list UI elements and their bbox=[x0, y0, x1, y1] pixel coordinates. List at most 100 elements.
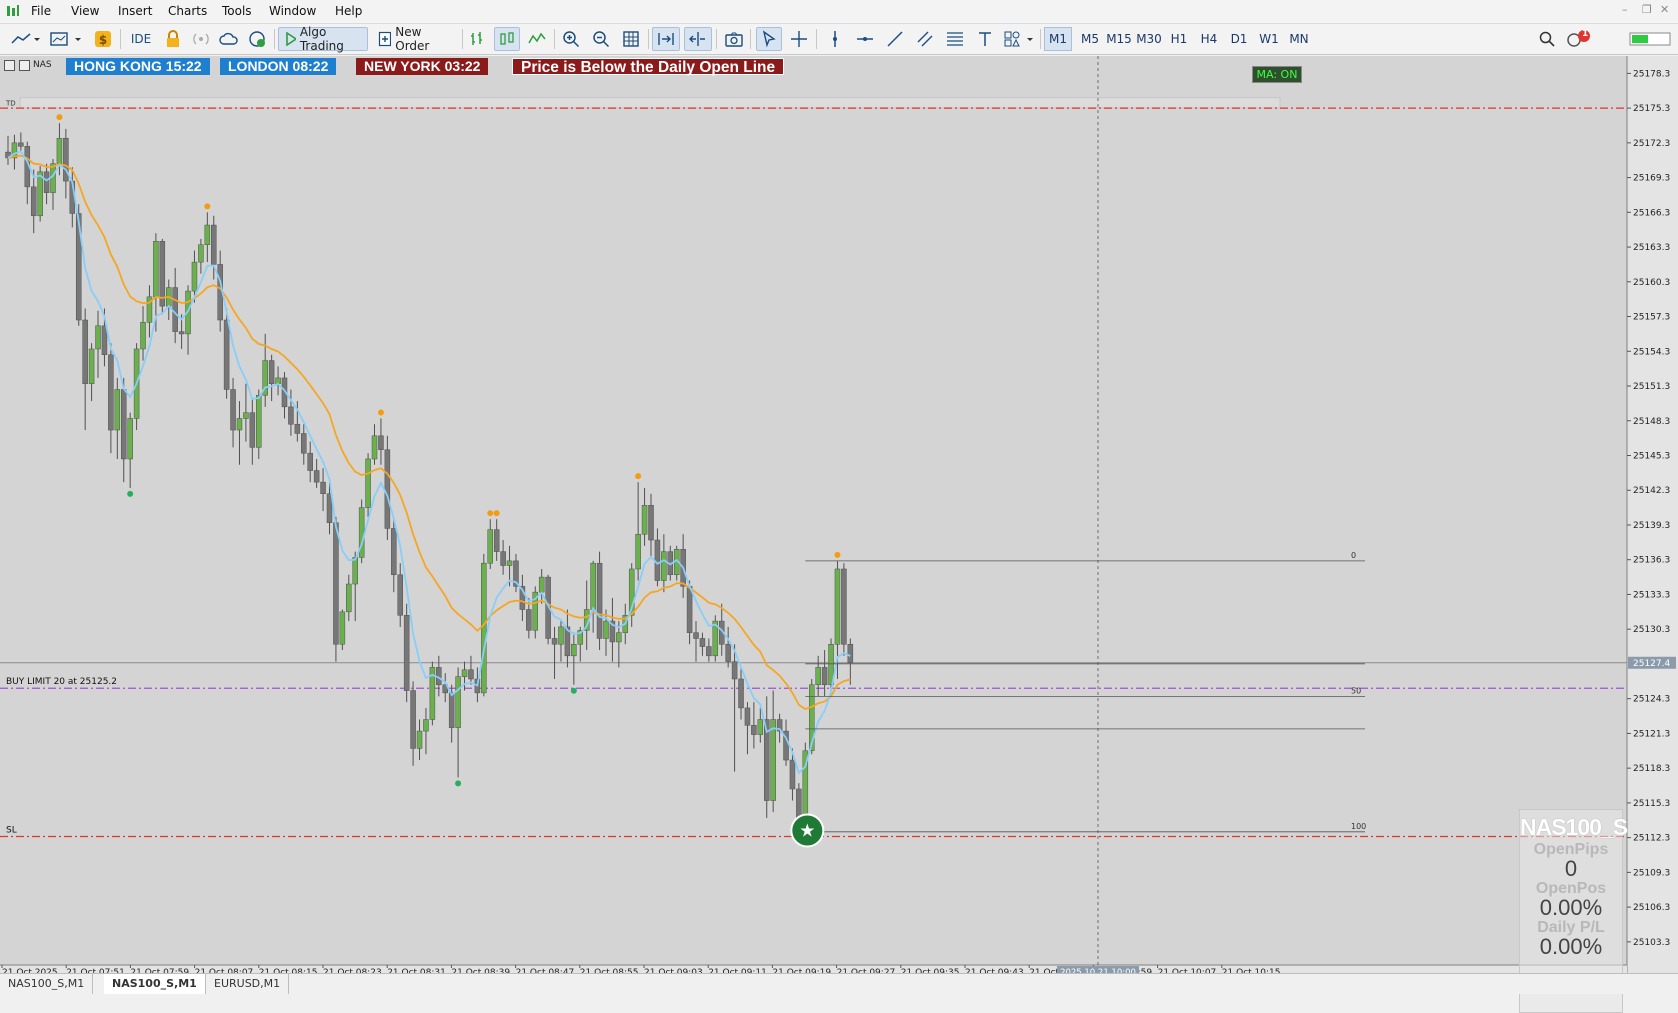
signal-strength-button[interactable] bbox=[1628, 27, 1672, 51]
price-tick-label: 25160.3 bbox=[1633, 278, 1670, 288]
signals-button[interactable] bbox=[190, 27, 212, 51]
fibonacci-level-label: 0 bbox=[1351, 551, 1356, 560]
candle-body bbox=[590, 562, 596, 610]
zoom-out-button[interactable] bbox=[590, 27, 612, 51]
price-tick-label: 25169.3 bbox=[1633, 174, 1670, 184]
price-tick-label: 25109.3 bbox=[1633, 868, 1670, 878]
channel-button[interactable] bbox=[914, 27, 936, 51]
horizontal-line-button[interactable] bbox=[854, 27, 876, 51]
price-chart[interactable]: 25178.3 25175.3 25172.3 25169.3 25166.3 25163… bbox=[0, 56, 1678, 973]
price-tick-label: 25166.3 bbox=[1633, 208, 1670, 218]
lock-button[interactable] bbox=[162, 27, 184, 51]
timeframe-m5[interactable]: M5 bbox=[1076, 27, 1104, 51]
notifications-button[interactable]: 1 bbox=[1564, 27, 1592, 51]
candle-body bbox=[108, 354, 114, 431]
menu-insert[interactable]: Insert bbox=[118, 4, 152, 18]
price-tick-label: 25178.3 bbox=[1633, 69, 1670, 79]
screenshot-button[interactable] bbox=[722, 27, 746, 51]
candle-body bbox=[416, 730, 423, 749]
market-globe-button[interactable] bbox=[246, 27, 268, 51]
restore-icon[interactable]: ❐ bbox=[1642, 3, 1652, 16]
candle-body bbox=[744, 707, 751, 726]
menu-window[interactable]: Window bbox=[269, 4, 316, 18]
bar-chart-icon bbox=[471, 32, 482, 45]
crosshair-icon bbox=[791, 31, 807, 47]
profiles-button[interactable] bbox=[48, 27, 84, 51]
candle-body bbox=[178, 331, 185, 335]
candle-body bbox=[236, 418, 243, 431]
timeframe-mn[interactable]: MN bbox=[1284, 27, 1314, 51]
timeframe-h1[interactable]: H1 bbox=[1166, 27, 1192, 51]
menu-file[interactable]: File bbox=[31, 4, 51, 18]
swing-high-marker bbox=[204, 203, 211, 210]
candle-body bbox=[448, 692, 455, 728]
candle-body bbox=[37, 171, 43, 217]
london-clock: LONDON 08:22 bbox=[220, 58, 337, 75]
grid-button[interactable] bbox=[620, 27, 642, 51]
candle-body bbox=[30, 186, 37, 217]
shapes-button[interactable] bbox=[1002, 27, 1036, 51]
menu-view[interactable]: View bbox=[71, 4, 99, 18]
candle-body bbox=[378, 435, 384, 450]
autoscroll-button[interactable] bbox=[652, 27, 680, 51]
menu-tools[interactable]: Tools bbox=[222, 4, 252, 18]
candle-body bbox=[313, 470, 320, 483]
cursor-button[interactable] bbox=[756, 27, 782, 51]
market-button[interactable]: $ bbox=[92, 27, 114, 51]
text-button[interactable] bbox=[974, 27, 996, 51]
candle-body bbox=[320, 481, 326, 494]
timeframe-w1[interactable]: W1 bbox=[1256, 27, 1282, 51]
new-chart-button[interactable] bbox=[8, 27, 42, 51]
chart-tab-1[interactable]: NAS100_S,M1 bbox=[0, 974, 94, 994]
timeframe-d1[interactable]: D1 bbox=[1226, 27, 1252, 51]
search-button[interactable] bbox=[1536, 27, 1558, 51]
vertical-line-button[interactable] bbox=[824, 27, 846, 51]
timeframe-m15[interactable]: M15 bbox=[1104, 27, 1134, 51]
minimize-icon[interactable]: – bbox=[1622, 3, 1628, 16]
toolbar: $ IDE Algo Trading New Order M1 M5 M15 M… bbox=[0, 24, 1678, 55]
channel-icon bbox=[917, 31, 933, 47]
menu-help[interactable]: Help bbox=[335, 4, 362, 18]
algo-trading-button[interactable]: Algo Trading bbox=[278, 25, 368, 53]
ide-button[interactable]: IDE bbox=[126, 27, 156, 51]
timeframe-m1[interactable]: M1 bbox=[1044, 27, 1072, 51]
ma-status-badge[interactable]: MA: ON bbox=[1252, 66, 1302, 83]
vps-button[interactable] bbox=[218, 27, 240, 51]
chart-window[interactable]: 25178.3 25175.3 25172.3 25169.3 25166.3 25163… bbox=[0, 56, 1678, 1013]
candle-body bbox=[288, 406, 294, 425]
candle-body bbox=[256, 395, 262, 448]
chart-menu-icon[interactable] bbox=[4, 60, 15, 71]
candle-body bbox=[391, 528, 397, 576]
candle-body bbox=[493, 529, 500, 552]
swing-high-marker bbox=[635, 473, 642, 480]
timeframe-h4[interactable]: H4 bbox=[1196, 27, 1222, 51]
fibonacci-button[interactable] bbox=[944, 27, 966, 51]
candle-body bbox=[249, 412, 256, 448]
close-icon[interactable]: ✕ bbox=[1660, 3, 1669, 16]
chart-tab-active[interactable]: NAS100_S,M1 bbox=[104, 974, 206, 994]
chart-pin-icon[interactable] bbox=[19, 60, 30, 71]
trendline-button[interactable] bbox=[884, 27, 906, 51]
swing-high-marker bbox=[834, 551, 841, 558]
line-chart-button[interactable] bbox=[526, 27, 548, 51]
fibonacci-icon bbox=[947, 32, 963, 46]
bar-chart-button[interactable] bbox=[466, 27, 488, 51]
candle-body bbox=[275, 377, 281, 384]
chart-tab-3[interactable]: EURUSD,M1 bbox=[206, 974, 290, 994]
daily-open-alert: Price is Below the Daily Open Line bbox=[512, 58, 785, 76]
candle-body bbox=[725, 643, 731, 662]
chart-shift-button[interactable] bbox=[684, 27, 712, 51]
menu-charts[interactable]: Charts bbox=[168, 4, 207, 18]
candlestick-button[interactable] bbox=[494, 27, 520, 51]
candle-body bbox=[751, 725, 757, 735]
candle-body bbox=[159, 241, 166, 307]
timeframe-m30[interactable]: M30 bbox=[1134, 27, 1164, 51]
price-tick-label: 25130.3 bbox=[1633, 625, 1670, 635]
zoom-in-button[interactable] bbox=[560, 27, 582, 51]
cloud-icon bbox=[219, 32, 238, 45]
candle-body bbox=[699, 638, 706, 647]
app-logo-icon bbox=[7, 5, 19, 16]
candle-body bbox=[153, 241, 159, 298]
crosshair-button[interactable] bbox=[788, 27, 810, 51]
new-order-button[interactable]: New Order bbox=[374, 25, 456, 53]
